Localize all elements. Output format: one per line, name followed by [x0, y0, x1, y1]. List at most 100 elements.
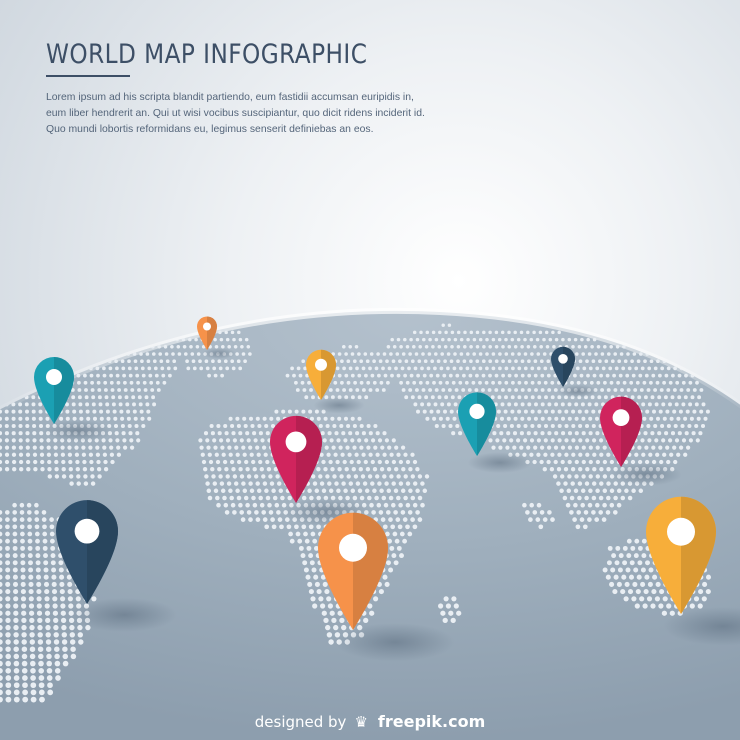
map-dot — [270, 517, 275, 522]
map-dot — [443, 596, 449, 602]
map-dot — [190, 352, 195, 356]
map-dot — [488, 345, 492, 349]
map-dot — [88, 359, 93, 364]
map-dot — [268, 510, 274, 515]
map-dot — [103, 388, 108, 392]
map-dot — [198, 438, 203, 443]
map-dot — [307, 380, 311, 385]
map-dot — [99, 409, 104, 414]
map-dot — [513, 402, 518, 407]
map-dot — [382, 452, 387, 457]
map-dot — [205, 481, 210, 486]
map-dot — [51, 581, 57, 587]
map-dot — [34, 524, 40, 530]
map-dot — [239, 474, 245, 479]
map-dot — [227, 345, 231, 349]
map-dot — [622, 380, 627, 385]
map-dot — [54, 653, 60, 660]
map-dot — [92, 409, 97, 414]
map-dot — [594, 517, 600, 522]
map-dot — [403, 474, 408, 479]
map-dot — [49, 531, 55, 537]
map-dot — [90, 481, 96, 486]
map-dot — [585, 467, 590, 472]
map-dot — [535, 337, 540, 342]
map-dot — [572, 517, 577, 522]
map-dot — [369, 502, 374, 508]
map-dot — [357, 373, 362, 378]
map-dot — [564, 452, 569, 457]
map-dot — [538, 330, 543, 335]
map-dot — [586, 337, 590, 342]
map-dot — [230, 502, 236, 508]
map-dot — [304, 538, 310, 544]
map-dot — [40, 459, 45, 465]
map-dot — [34, 510, 39, 515]
map-dot — [678, 409, 683, 414]
map-dot — [113, 423, 119, 429]
map-dot — [417, 517, 423, 522]
map-dot — [386, 467, 392, 472]
map-dot — [54, 459, 59, 465]
map-dot — [681, 438, 687, 443]
map-dot — [392, 531, 398, 537]
map-dot — [224, 431, 229, 436]
map-dot — [344, 373, 349, 378]
map-dot — [295, 388, 300, 392]
map-dot — [238, 502, 243, 508]
map-dot — [215, 495, 220, 501]
map-dot — [327, 603, 334, 609]
map-dot — [445, 603, 452, 609]
map-dot — [25, 459, 31, 465]
map-dot — [513, 416, 518, 421]
map-dot — [451, 596, 457, 602]
map-dot — [254, 510, 259, 515]
map-dot — [228, 416, 233, 421]
map-dot — [620, 589, 626, 595]
map-dot — [651, 373, 656, 378]
map-dot — [546, 359, 551, 364]
map-dot — [520, 388, 525, 392]
map-dot — [156, 337, 160, 342]
map-dot — [25, 452, 31, 457]
map-dot — [54, 474, 60, 479]
map-dot — [441, 423, 446, 429]
map-dot — [594, 416, 600, 421]
map-dot — [523, 409, 528, 414]
map-dot — [633, 388, 638, 392]
map-dot — [530, 409, 535, 414]
map-dot — [11, 438, 16, 443]
map-dot — [552, 474, 558, 479]
map-dot — [5, 603, 11, 609]
map-dot — [328, 639, 334, 645]
map-dot — [484, 380, 489, 385]
map-dot — [581, 445, 586, 450]
map-dot — [13, 667, 20, 674]
map-dot — [388, 495, 394, 501]
map-dot — [18, 402, 23, 407]
map-dot — [4, 459, 10, 465]
map-dot — [646, 388, 651, 392]
map-dot — [676, 416, 681, 421]
map-dot — [367, 474, 373, 479]
map-dot — [326, 452, 331, 457]
map-dot — [249, 488, 255, 494]
map-dot — [547, 416, 552, 421]
map-dot — [52, 610, 59, 616]
map-dot — [191, 359, 196, 364]
map-dot — [643, 589, 649, 595]
map-dot — [507, 402, 512, 407]
map-dot — [520, 345, 524, 349]
map-dot — [51, 589, 58, 595]
map-dot — [28, 560, 33, 566]
map-dot — [224, 330, 228, 335]
map-dot — [81, 352, 86, 356]
map-dot — [130, 388, 135, 392]
map-dot — [115, 438, 120, 443]
map-dot — [51, 567, 57, 573]
map-dot — [339, 617, 345, 624]
map-dot — [402, 517, 408, 522]
map-dot — [49, 517, 54, 522]
map-dot — [620, 388, 624, 392]
map-dot — [13, 660, 20, 667]
